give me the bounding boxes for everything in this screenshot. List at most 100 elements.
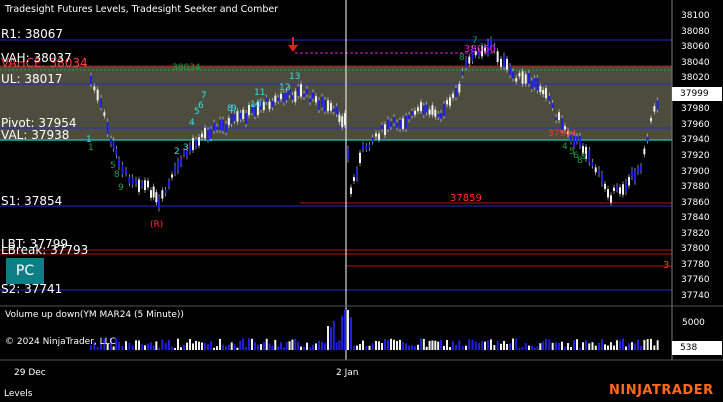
candle [384, 124, 386, 136]
candle [465, 58, 467, 68]
volume-bar [465, 345, 467, 350]
level-37944-label: 37944 [548, 129, 577, 139]
seeker-count-cyan: 7 [201, 91, 207, 101]
volume-bar [198, 341, 200, 350]
ul-label: UL: 38017 [1, 72, 63, 86]
candle [312, 92, 314, 99]
candle [440, 113, 442, 119]
candle [189, 144, 191, 152]
candle [437, 114, 440, 118]
candle [613, 187, 615, 191]
volume-bar [195, 340, 197, 350]
volume-bar [582, 342, 584, 350]
candle [315, 96, 317, 103]
volume-bar [564, 346, 566, 350]
volume-bar [147, 343, 149, 350]
count-marker-3: 3 [663, 260, 670, 271]
volume-bar [381, 342, 383, 350]
volume-bar [604, 344, 606, 350]
candle [607, 189, 609, 198]
candle [274, 95, 277, 103]
volume-bar [399, 339, 401, 350]
volume-bar [585, 340, 587, 350]
volume-bar [518, 347, 521, 350]
candle [619, 187, 621, 194]
volume-bar [138, 340, 140, 350]
volume-bar [631, 342, 633, 350]
volume-bar [576, 339, 578, 350]
candle [177, 160, 179, 172]
candle [616, 186, 618, 190]
candle [144, 180, 146, 191]
volume-bar [274, 339, 277, 350]
candle [601, 173, 603, 184]
candle [417, 107, 419, 112]
price-tick: 37980 [681, 104, 710, 115]
volume-bar [219, 338, 221, 350]
volume-bar [428, 340, 431, 350]
candle [285, 92, 288, 100]
volume-bar [387, 340, 389, 350]
volume-bar [567, 343, 569, 350]
candle [598, 168, 600, 175]
candle [198, 137, 200, 146]
candle [106, 121, 109, 135]
volume-bar [634, 343, 636, 350]
volume-bar [233, 344, 236, 350]
price-tick: 38060 [681, 42, 710, 53]
candle [115, 148, 118, 156]
candle [643, 148, 646, 155]
candle [365, 145, 368, 150]
volume-bar [449, 347, 451, 350]
volume-bar [530, 345, 533, 350]
volume-bar [150, 342, 152, 350]
candle [280, 93, 282, 100]
volume-bar [528, 345, 530, 350]
candle [161, 190, 164, 199]
candle [192, 137, 194, 151]
volume-bar [131, 345, 134, 350]
volume-bar [291, 339, 294, 350]
pc-button[interactable]: PC [6, 258, 44, 284]
volume-bar [414, 346, 416, 350]
levels-tab[interactable]: Levels [4, 389, 32, 399]
candle [222, 119, 224, 131]
candle [155, 192, 158, 203]
r1-label: R1: 38067 [1, 27, 64, 41]
candle [213, 122, 215, 131]
volume-bar [616, 340, 618, 350]
volume-bar [539, 343, 542, 350]
candle [515, 78, 518, 82]
s2-label: S2: 37741 [1, 282, 63, 296]
candle [622, 184, 624, 195]
price-tick: 37900 [681, 166, 710, 177]
volume-bar [368, 345, 371, 350]
volume-bar [177, 338, 179, 350]
candle [138, 179, 140, 192]
price-tick: 37880 [681, 182, 710, 193]
volume-bar [332, 320, 335, 350]
candle [128, 177, 131, 184]
volume-bar [288, 341, 291, 350]
volume-bar [242, 338, 245, 350]
price-tick: 38100 [681, 11, 710, 21]
volume-bar [96, 347, 99, 350]
volume-bar [481, 341, 483, 350]
volume-bar [321, 341, 323, 350]
volume-bar [610, 342, 612, 350]
volume-bar [257, 344, 259, 350]
candle [588, 149, 591, 163]
volume-bar [509, 343, 511, 350]
volume-bar [207, 344, 209, 350]
volume-tick: 5000 [682, 318, 705, 328]
candle [375, 133, 377, 137]
volume-bar [503, 340, 505, 350]
candle [338, 114, 341, 122]
candle [431, 105, 434, 115]
volume-bar [141, 344, 143, 350]
candle [90, 75, 92, 85]
volume-bar [362, 340, 364, 350]
candle [341, 116, 344, 128]
volume-bar [375, 340, 377, 350]
volume-bar [506, 343, 508, 350]
